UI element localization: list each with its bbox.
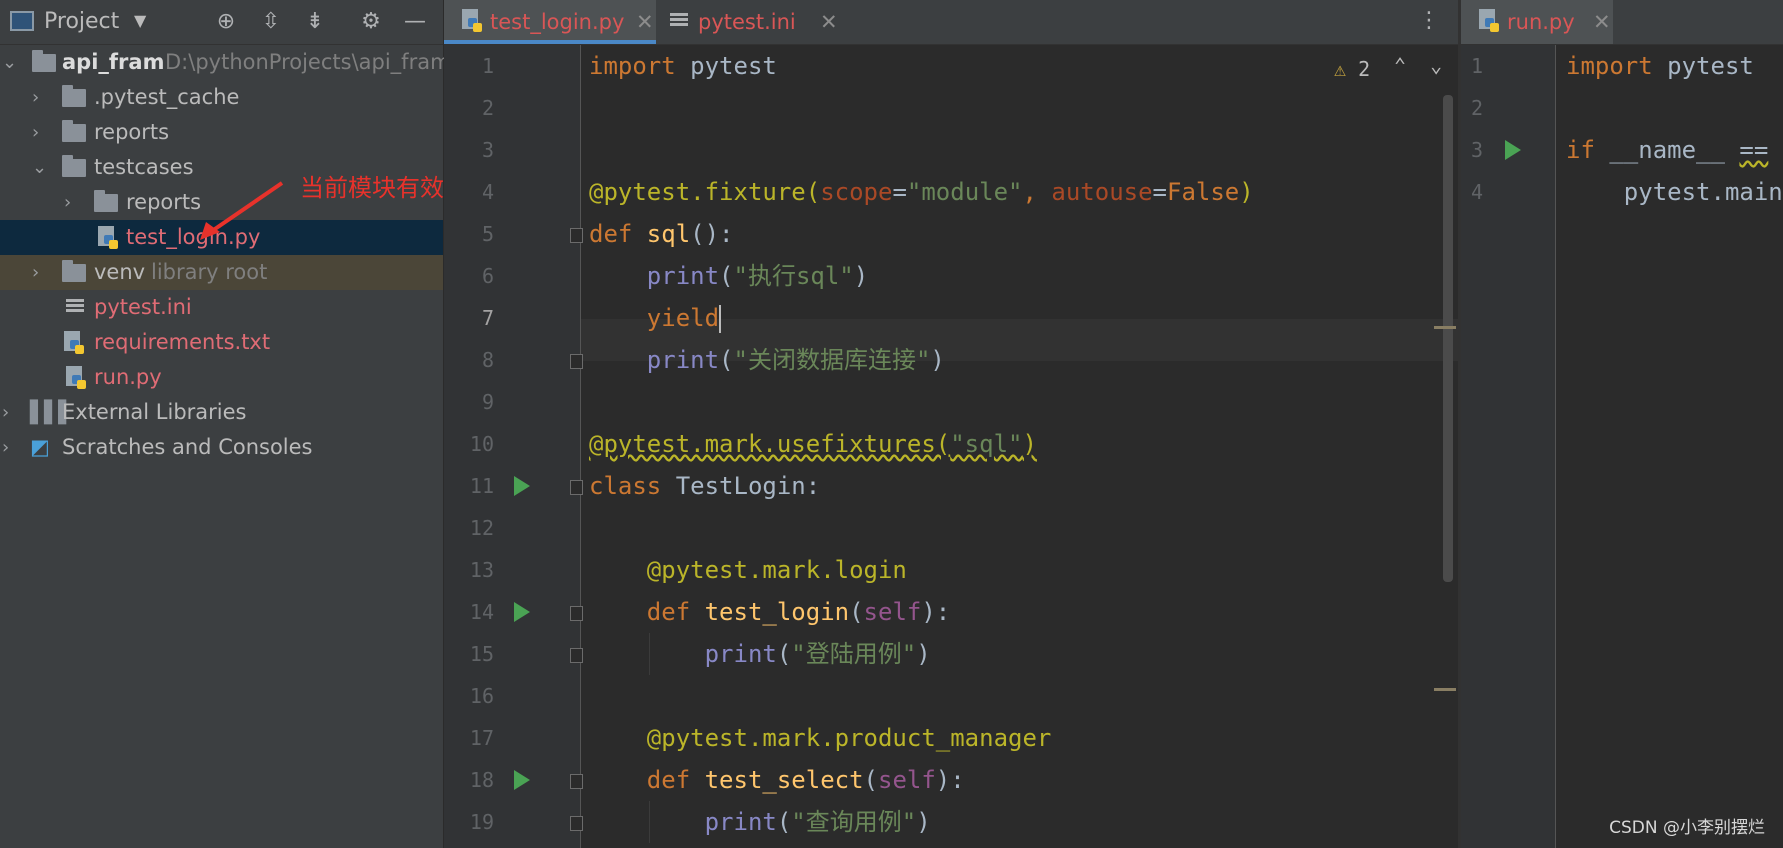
annotation-text: 当前模块有效	[300, 174, 444, 202]
watermark: CSDN @小李别摆烂	[1609, 818, 1765, 838]
annotation-arrow	[200, 181, 284, 240]
